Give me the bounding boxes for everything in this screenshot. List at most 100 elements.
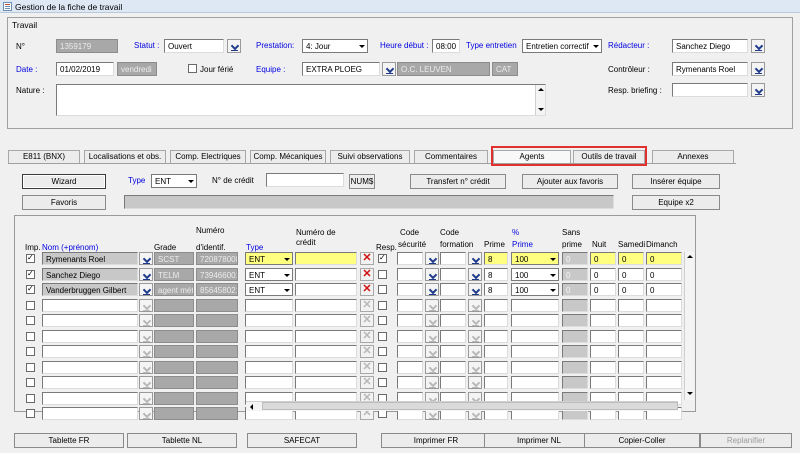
credit-cell[interactable]: [295, 361, 357, 374]
code-securite-dropdown-icon[interactable]: [425, 283, 439, 296]
nom-cell[interactable]: [42, 407, 138, 420]
credit-cell[interactable]: [295, 345, 357, 358]
grid-vertical-scrollbar[interactable]: [684, 252, 694, 400]
resp-checkbox[interactable]: [378, 347, 387, 356]
prestation-select[interactable]: 4: Jour: [302, 39, 368, 53]
inserer-equipe-button[interactable]: Insérer équipe: [632, 174, 720, 189]
code-securite-cell[interactable]: [397, 361, 423, 374]
nom-cell[interactable]: Rymenants Roel: [42, 252, 138, 265]
resp-checkbox[interactable]: [378, 253, 387, 263]
dimanche-cell[interactable]: [646, 361, 682, 374]
type-cell[interactable]: ENT: [245, 268, 293, 281]
delete-row-icon[interactable]: ✕: [360, 268, 374, 281]
scroll-down-icon[interactable]: [538, 108, 544, 111]
resp-checkbox[interactable]: [378, 285, 387, 294]
credit-cell[interactable]: [295, 330, 357, 343]
code-formation-dropdown-icon[interactable]: [468, 252, 482, 265]
samedi-cell[interactable]: 0: [618, 268, 644, 281]
jour-ferie-checkbox[interactable]: [188, 64, 197, 73]
nuit-cell[interactable]: [590, 330, 616, 343]
nuit-cell[interactable]: [590, 376, 616, 389]
copier-coller-button[interactable]: Copier-Coller: [584, 433, 700, 448]
imp-checkbox[interactable]: [26, 409, 35, 418]
prime-cell[interactable]: [484, 345, 508, 358]
date-field[interactable]: 01/02/2019: [56, 62, 114, 76]
type-cell[interactable]: ENT: [245, 283, 293, 296]
samedi-cell[interactable]: [618, 330, 644, 343]
dimanche-cell[interactable]: [646, 314, 682, 327]
equipe-x2-button[interactable]: Equipe x2: [632, 195, 720, 210]
delete-row-icon[interactable]: ✕: [360, 283, 374, 296]
nom-cell[interactable]: [42, 299, 138, 312]
samedi-cell[interactable]: 0: [618, 252, 644, 265]
dimanche-cell[interactable]: 0: [646, 252, 682, 265]
prime-cell[interactable]: 8: [484, 252, 508, 265]
credit-cell[interactable]: [295, 299, 357, 312]
prime-cell[interactable]: [484, 376, 508, 389]
imprimer-nl-button[interactable]: Imprimer NL: [484, 433, 594, 448]
samedi-cell[interactable]: [618, 314, 644, 327]
type-cell[interactable]: [245, 345, 293, 358]
imp-checkbox[interactable]: [26, 332, 35, 341]
type-cell[interactable]: [245, 314, 293, 327]
imp-checkbox[interactable]: [26, 378, 35, 387]
samedi-cell[interactable]: [618, 299, 644, 312]
imp-checkbox[interactable]: [26, 301, 35, 310]
dimanche-cell[interactable]: 0: [646, 268, 682, 281]
grid-scroll-up-icon[interactable]: [687, 255, 693, 258]
nuit-cell[interactable]: 0: [590, 283, 616, 296]
prime-cell[interactable]: [484, 361, 508, 374]
resp-checkbox[interactable]: [378, 316, 387, 325]
tab-comp-electriques[interactable]: Comp. Electriques: [170, 150, 246, 163]
imp-checkbox[interactable]: [26, 253, 35, 263]
grid-horizontal-thumb[interactable]: [262, 402, 678, 410]
type-cell[interactable]: [245, 361, 293, 374]
resp-briefing-dropdown-icon[interactable]: [751, 83, 765, 97]
resp-checkbox[interactable]: [378, 270, 387, 279]
code-formation-dropdown-icon[interactable]: [468, 283, 482, 296]
imp-checkbox[interactable]: [26, 316, 35, 325]
code-formation-cell[interactable]: [440, 345, 466, 358]
wizard-button[interactable]: Wizard: [22, 174, 106, 189]
nuit-cell[interactable]: 0: [590, 268, 616, 281]
pct-prime-cell[interactable]: [511, 376, 559, 389]
nom-dropdown-icon[interactable]: [139, 252, 153, 265]
tab-suivi-observations[interactable]: Suivi observations: [330, 150, 410, 163]
credit-cell[interactable]: [295, 268, 357, 281]
nums-button[interactable]: NUM$: [349, 174, 375, 189]
pct-prime-cell[interactable]: 100: [511, 252, 559, 265]
tab-e811[interactable]: E811 (BNX): [8, 150, 80, 163]
code-securite-cell[interactable]: [397, 252, 423, 265]
nom-cell[interactable]: Sanchez Diego: [42, 268, 138, 281]
grid-scroll-down-icon[interactable]: [687, 392, 693, 395]
credit-cell[interactable]: [295, 283, 357, 296]
nuit-cell[interactable]: 0: [590, 252, 616, 265]
samedi-cell[interactable]: [618, 361, 644, 374]
code-securite-cell[interactable]: [397, 330, 423, 343]
samedi-cell[interactable]: [618, 376, 644, 389]
code-formation-cell[interactable]: [440, 299, 466, 312]
resp-checkbox[interactable]: [378, 332, 387, 341]
transfert-credit-button[interactable]: Transfert n° crédit: [410, 174, 506, 189]
resp-briefing-field[interactable]: [672, 83, 748, 97]
pct-prime-cell[interactable]: [511, 361, 559, 374]
code-securite-dropdown-icon[interactable]: [425, 268, 439, 281]
code-securite-cell[interactable]: [397, 345, 423, 358]
pct-prime-cell[interactable]: [511, 330, 559, 343]
nuit-cell[interactable]: [590, 345, 616, 358]
imp-checkbox[interactable]: [26, 363, 35, 372]
resp-checkbox[interactable]: [378, 301, 387, 310]
type-cell[interactable]: ENT: [245, 252, 293, 265]
nom-cell[interactable]: Vanderbruggen Gilbert: [42, 283, 138, 296]
nom-cell[interactable]: [42, 376, 138, 389]
credit-cell[interactable]: [295, 376, 357, 389]
nom-cell[interactable]: [42, 314, 138, 327]
imp-checkbox[interactable]: [26, 347, 35, 356]
type-cell[interactable]: [245, 299, 293, 312]
safecat-button[interactable]: SAFECAT: [247, 433, 357, 448]
imp-checkbox[interactable]: [26, 394, 35, 403]
favoris-button[interactable]: Favoris: [22, 195, 106, 210]
nature-scrollbar[interactable]: [535, 85, 545, 115]
pct-prime-cell[interactable]: [511, 345, 559, 358]
code-securite-cell[interactable]: [397, 314, 423, 327]
